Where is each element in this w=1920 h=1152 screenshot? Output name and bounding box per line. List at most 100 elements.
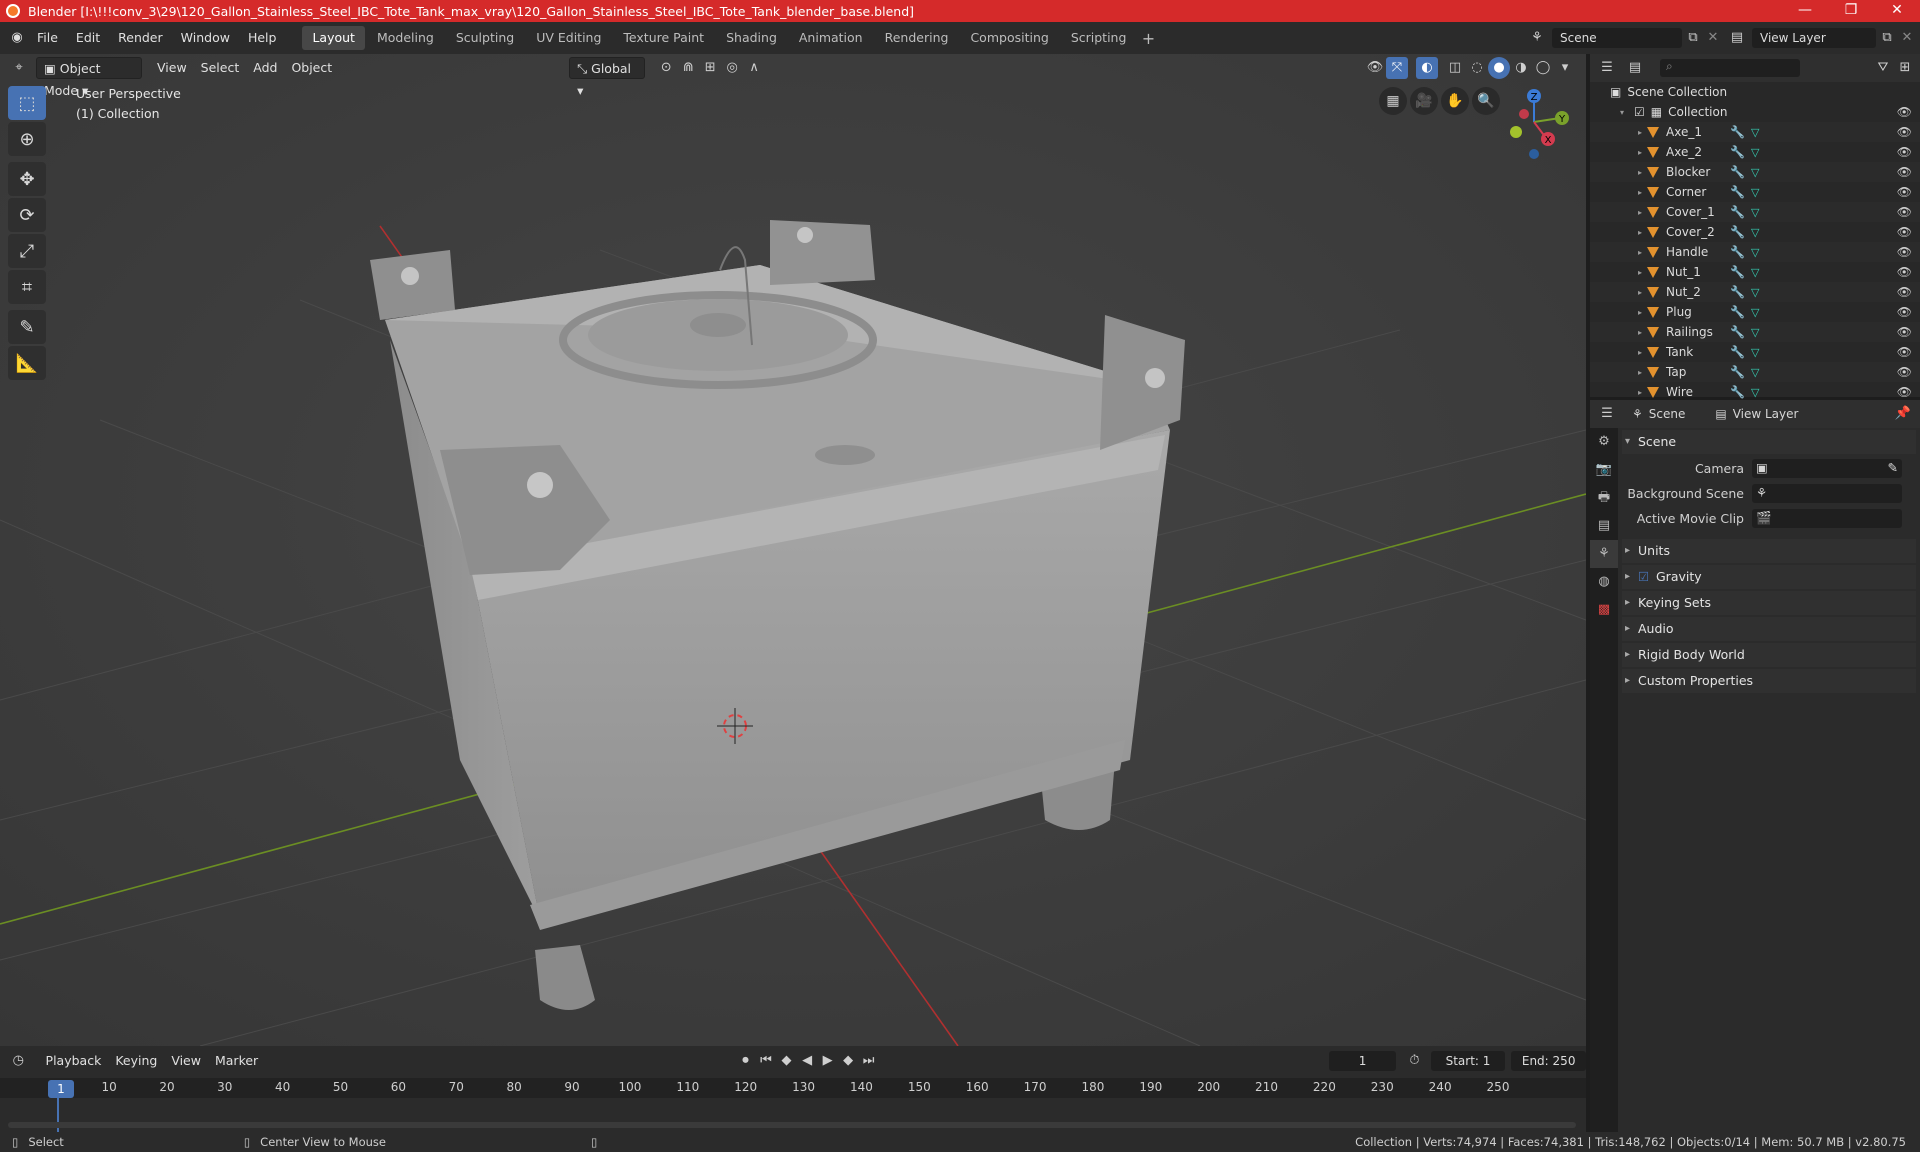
menu-playback[interactable]: Playback: [39, 1050, 109, 1072]
eye-icon[interactable]: 👁: [1897, 325, 1912, 339]
tab-scripting[interactable]: Scripting: [1061, 26, 1137, 50]
menu-marker[interactable]: Marker: [208, 1050, 265, 1072]
gizmo-toggle-icon[interactable]: ⤧: [1386, 57, 1408, 79]
expand-icon[interactable]: ▸: [1634, 168, 1646, 177]
preview-range-icon[interactable]: ⏱: [1404, 1050, 1425, 1072]
outliner-object-row[interactable]: ▸ Tank 🔧 ▽ 👁: [1590, 342, 1920, 362]
rigid-body-world-panel-header[interactable]: Rigid Body World: [1622, 643, 1916, 667]
tab-modeling[interactable]: Modeling: [367, 26, 444, 50]
expand-icon[interactable]: ▸: [1634, 228, 1646, 237]
menu-file[interactable]: File: [28, 22, 67, 54]
expand-icon[interactable]: ▸: [1634, 268, 1646, 277]
tab-texture-paint[interactable]: Texture Paint: [613, 26, 714, 50]
expand-icon[interactable]: ▸: [1634, 148, 1646, 157]
expand-icon[interactable]: ▸: [1634, 348, 1646, 357]
outliner-object-row[interactable]: ▸ Blocker 🔧 ▽ 👁: [1590, 162, 1920, 182]
eye-icon[interactable]: 👁: [1897, 245, 1912, 259]
filter-icon[interactable]: ⛛: [1872, 57, 1894, 79]
modifier-icon[interactable]: 🔧: [1730, 385, 1745, 399]
menu-timeline-view[interactable]: View: [164, 1050, 208, 1072]
delete-scene-icon[interactable]: ✕: [1702, 27, 1724, 49]
eye-icon[interactable]: 👁: [1897, 345, 1912, 359]
solid-shading-icon[interactable]: ●: [1488, 57, 1510, 79]
gravity-panel-header[interactable]: ☑ Gravity: [1622, 565, 1916, 589]
view-layer-tab-label[interactable]: View Layer: [1733, 407, 1799, 421]
properties-editor-type-icon[interactable]: ☰: [1596, 403, 1618, 425]
keying-sets-panel-header[interactable]: Keying Sets: [1622, 591, 1916, 615]
audio-panel-header[interactable]: Audio: [1622, 617, 1916, 641]
outliner-object-row[interactable]: ▸ Nut_1 🔧 ▽ 👁: [1590, 262, 1920, 282]
outliner-editor-type-icon[interactable]: ☰: [1596, 57, 1618, 79]
collection-row[interactable]: ▾ ☑ ▦ Collection 👁: [1590, 102, 1920, 122]
eye-icon[interactable]: 👁: [1897, 165, 1912, 179]
expand-icon[interactable]: ▸: [1634, 208, 1646, 217]
next-keyframe-icon[interactable]: ◆: [838, 1050, 859, 1072]
snap-target-icon[interactable]: ⊞: [699, 57, 721, 79]
expand-icon[interactable]: ▸: [1634, 308, 1646, 317]
pin-icon[interactable]: 📌: [1892, 403, 1914, 425]
scene-panel-header[interactable]: Scene: [1622, 430, 1916, 454]
proportional-edit-icon[interactable]: ◎: [721, 57, 743, 79]
eye-icon[interactable]: 👁: [1897, 225, 1912, 239]
outliner-object-row[interactable]: ▸ Corner 🔧 ▽ 👁: [1590, 182, 1920, 202]
mesh-data-icon[interactable]: ▽: [1751, 286, 1759, 299]
mesh-data-icon[interactable]: ▽: [1751, 366, 1759, 379]
menu-keying[interactable]: Keying: [108, 1050, 164, 1072]
scene-tab-label[interactable]: Scene: [1649, 407, 1686, 421]
modifier-icon[interactable]: 🔧: [1730, 285, 1745, 299]
mesh-data-icon[interactable]: ▽: [1751, 126, 1759, 139]
tool-settings-icon[interactable]: ⚙: [1590, 428, 1618, 456]
eye-icon[interactable]: 👁: [1897, 305, 1912, 319]
minimize-icon[interactable]: —: [1782, 0, 1828, 22]
modifier-icon[interactable]: 🔧: [1730, 145, 1745, 159]
frame-ruler[interactable]: 1 10 20 30 40 50 60 70 80 90 100 110 120 130 140 150 16…: [0, 1078, 1586, 1098]
menu-window[interactable]: Window: [172, 22, 239, 54]
material-shading-icon[interactable]: ◑: [1510, 57, 1532, 79]
expand-icon[interactable]: ▸: [1634, 248, 1646, 257]
transform-tool-icon[interactable]: ⌗: [8, 270, 46, 304]
tab-compositing[interactable]: Compositing: [960, 26, 1058, 50]
close-icon[interactable]: ✕: [1874, 0, 1920, 22]
expand-icon[interactable]: ▸: [1634, 328, 1646, 337]
collapse-icon[interactable]: ▾: [1616, 108, 1628, 117]
eye-icon[interactable]: 👁: [1897, 125, 1912, 139]
record-icon[interactable]: ⏺: [735, 1050, 756, 1072]
delete-view-layer-icon[interactable]: ✕: [1896, 27, 1918, 49]
overlay-toggle-icon[interactable]: ◐: [1416, 57, 1438, 79]
tab-rendering[interactable]: Rendering: [875, 26, 959, 50]
outliner-object-row[interactable]: ▸ Plug 🔧 ▽ 👁: [1590, 302, 1920, 322]
mesh-data-icon[interactable]: ▽: [1751, 266, 1759, 279]
outliner-object-row[interactable]: ▸ Nut_2 🔧 ▽ 👁: [1590, 282, 1920, 302]
outliner-object-row[interactable]: ▸ Axe_1 🔧 ▽ 👁: [1590, 122, 1920, 142]
modifier-icon[interactable]: 🔧: [1730, 265, 1745, 279]
modifier-icon[interactable]: 🔧: [1730, 125, 1745, 139]
menu-view[interactable]: View: [150, 57, 194, 79]
modifier-icon[interactable]: 🔧: [1730, 225, 1745, 239]
snap-icon[interactable]: ⋒: [677, 57, 699, 79]
play-reverse-icon[interactable]: ◀: [797, 1050, 818, 1072]
tab-layout[interactable]: Layout: [302, 26, 365, 50]
play-icon[interactable]: ▶: [817, 1050, 838, 1072]
modifier-icon[interactable]: 🔧: [1730, 185, 1745, 199]
scene-name-field[interactable]: Scene: [1552, 28, 1682, 48]
move-tool-icon[interactable]: ✥: [8, 162, 46, 196]
world-settings-icon[interactable]: ◍: [1590, 568, 1618, 596]
blender-menu-icon[interactable]: ◉: [6, 27, 28, 49]
xray-icon[interactable]: ◫: [1444, 57, 1466, 79]
eye-icon[interactable]: 👁: [1897, 365, 1912, 379]
new-collection-icon[interactable]: ⊞: [1894, 57, 1916, 79]
timeline-editor-type-icon[interactable]: ◷: [8, 1050, 29, 1072]
expand-icon[interactable]: ▸: [1634, 388, 1646, 397]
wireframe-shading-icon[interactable]: ◌: [1466, 57, 1488, 79]
modifier-icon[interactable]: 🔧: [1730, 205, 1745, 219]
modifier-icon[interactable]: 🔧: [1730, 245, 1745, 259]
pivot-point-icon[interactable]: ⊙: [655, 57, 677, 79]
orientation-selector[interactable]: ⤡ Global ▾: [569, 57, 646, 98]
mesh-data-icon[interactable]: ▽: [1751, 346, 1759, 359]
mesh-data-icon[interactable]: ▽: [1751, 166, 1759, 179]
menu-select[interactable]: Select: [194, 57, 247, 79]
camera-view-icon[interactable]: 🎥: [1410, 87, 1438, 115]
active-movie-clip-field[interactable]: 🎬: [1752, 509, 1902, 528]
menu-help[interactable]: Help: [239, 22, 286, 54]
eye-icon[interactable]: 👁: [1897, 185, 1912, 199]
